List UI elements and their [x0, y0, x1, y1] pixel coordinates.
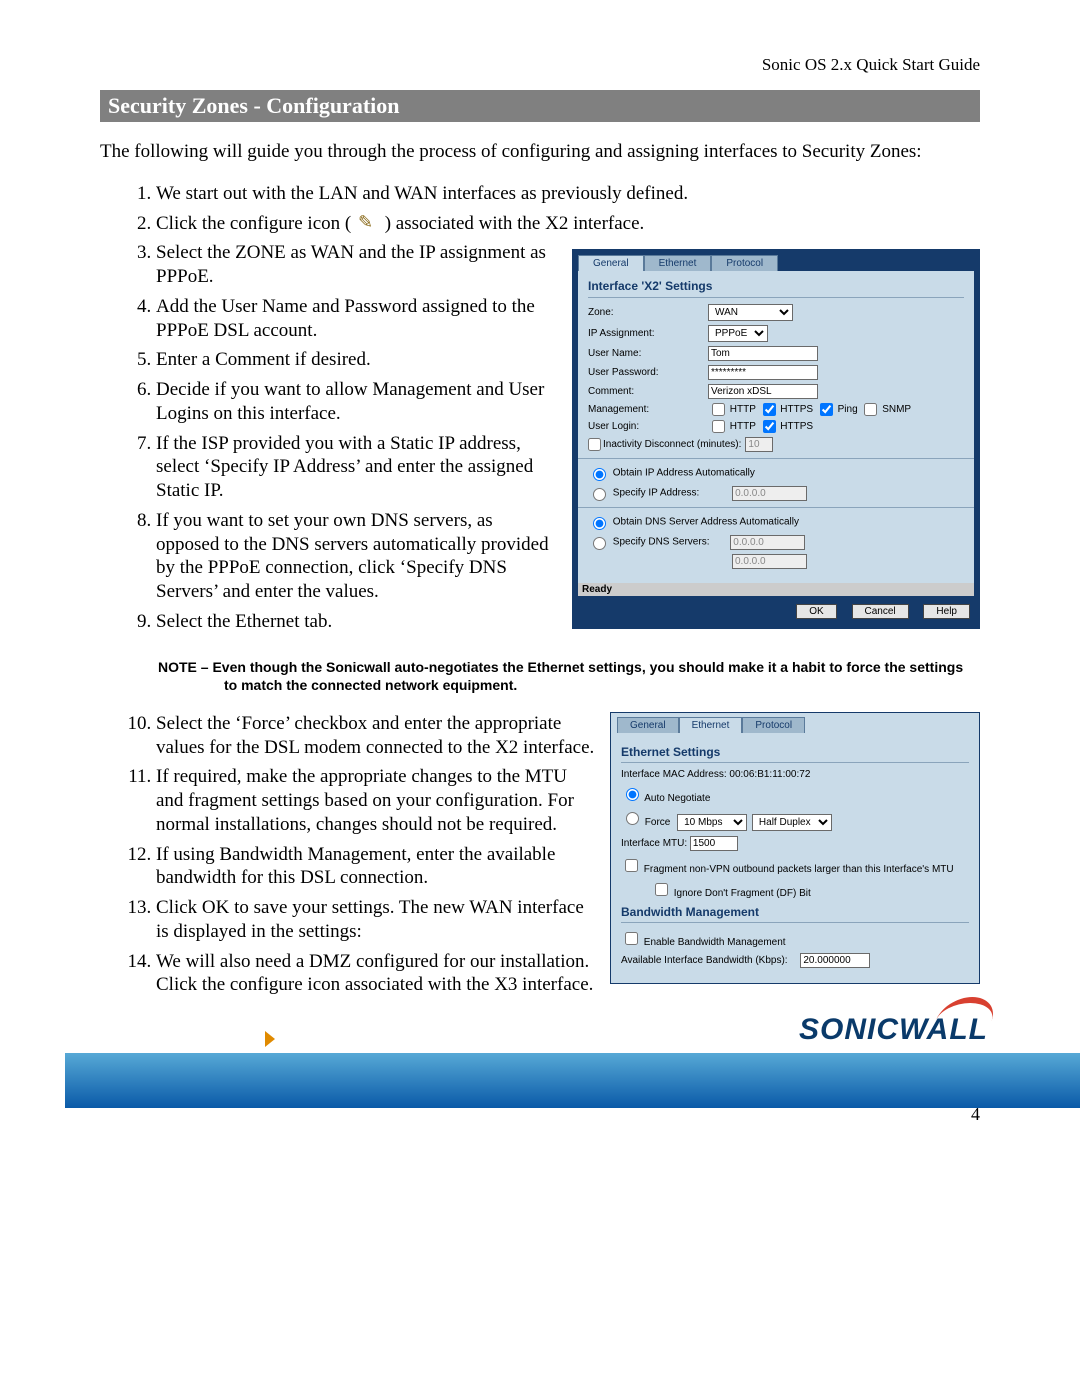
ignore-df-checkbox[interactable]: [655, 883, 668, 896]
mgmt-ping-checkbox[interactable]: [820, 403, 833, 416]
ip-assignment-select[interactable]: PPPoE: [708, 325, 768, 342]
mac-address-line: Interface MAC Address: 00:06:B1:11:00:72: [621, 769, 969, 780]
status-bar: Ready: [578, 583, 974, 596]
sonicwall-logo: SONICWALL: [795, 1013, 992, 1047]
duplex-select[interactable]: Half Duplex: [752, 814, 832, 831]
label-ip-assignment: IP Assignment:: [588, 328, 708, 339]
label-avail-bw: Available Interface Bandwidth (Kbps):: [621, 955, 788, 966]
tab-general[interactable]: General: [578, 255, 644, 271]
label-auto-negotiate: Auto Negotiate: [644, 793, 710, 804]
inactivity-minutes-input[interactable]: [745, 437, 773, 452]
dns2-input[interactable]: [732, 554, 807, 569]
figure-interface-x2-settings: General Ethernet Protocol Interface 'X2'…: [572, 249, 980, 629]
note-prefix: NOTE –: [158, 659, 212, 675]
label-fragment: Fragment non-VPN outbound packets larger…: [644, 864, 954, 875]
tab-protocol[interactable]: Protocol: [711, 255, 778, 271]
tab-ethernet-2[interactable]: Ethernet: [679, 717, 743, 733]
label-user-password: User Password:: [588, 367, 708, 378]
login-https-checkbox[interactable]: [763, 420, 776, 433]
zone-select[interactable]: WAN: [708, 304, 793, 321]
comment-input[interactable]: [708, 384, 818, 399]
tab-protocol-2[interactable]: Protocol: [742, 717, 805, 733]
obtain-dns-radio[interactable]: [593, 517, 606, 530]
note-text: Even though the Sonicwall auto-negotiate…: [212, 659, 963, 693]
ok-button[interactable]: OK: [796, 604, 836, 619]
management-options: HTTP HTTPS Ping SNMP: [708, 403, 911, 416]
configure-icon: [358, 215, 378, 233]
tab-general-2[interactable]: General: [617, 717, 679, 733]
mgmt-snmp-checkbox[interactable]: [864, 403, 877, 416]
mgmt-https-checkbox[interactable]: [763, 403, 776, 416]
label-obtain-ip: Obtain IP Address Automatically: [613, 468, 755, 479]
label-specify-ip: Specify IP Address:: [613, 488, 700, 499]
step-2: Click the configure icon ( [icon] ) asso…: [156, 212, 980, 236]
label-comment: Comment:: [588, 386, 708, 397]
cancel-button[interactable]: Cancel: [852, 604, 909, 619]
tab-ethernet[interactable]: Ethernet: [644, 255, 712, 271]
label-inactivity: Inactivity Disconnect (minutes):: [603, 439, 741, 450]
steps-list: We start out with the LAN and WAN interf…: [128, 182, 980, 236]
intro-paragraph: The following will guide you through the…: [100, 140, 980, 164]
specify-ip-radio[interactable]: [593, 488, 606, 501]
help-button[interactable]: Help: [923, 604, 970, 619]
auto-negotiate-radio[interactable]: [626, 788, 639, 801]
obtain-ip-radio[interactable]: [593, 468, 606, 481]
specify-ip-input[interactable]: [732, 486, 807, 501]
mgmt-http-checkbox[interactable]: [712, 403, 725, 416]
document-header: Sonic OS 2.x Quick Start Guide: [100, 55, 980, 75]
label-force: Force: [645, 817, 671, 828]
ethernet-tabs: General Ethernet Protocol: [611, 713, 979, 733]
footer-blue-bar: [65, 1053, 1080, 1108]
user-name-input[interactable]: [708, 346, 818, 361]
label-user-name: User Name:: [588, 348, 708, 359]
login-http-checkbox[interactable]: [712, 420, 725, 433]
label-management: Management:: [588, 404, 708, 415]
label-ignore-df: Ignore Don't Fragment (DF) Bit: [674, 888, 811, 899]
label-user-login: User Login:: [588, 421, 708, 432]
user-password-input[interactable]: [708, 365, 818, 380]
figure-ethernet-settings: General Ethernet Protocol Ethernet Setti…: [610, 712, 980, 984]
dialog-tabs: General Ethernet Protocol: [572, 249, 980, 271]
page-footer: SONICWALL 4: [0, 1013, 1080, 1133]
dns1-input[interactable]: [730, 535, 805, 550]
label-specify-dns: Specify DNS Servers:: [613, 537, 710, 548]
specify-dns-radio[interactable]: [593, 537, 606, 550]
enable-bw-checkbox[interactable]: [625, 932, 638, 945]
panel-title-bandwidth: Bandwidth Management: [621, 905, 969, 923]
label-mtu: Interface MTU:: [621, 838, 687, 849]
label-obtain-dns: Obtain DNS Server Address Automatically: [613, 517, 799, 528]
speed-select[interactable]: 10 Mbps: [677, 814, 747, 831]
note-block: NOTE – Even though the Sonicwall auto-ne…: [134, 658, 980, 694]
arrow-icon: [265, 1031, 275, 1047]
panel-title-ethernet: Ethernet Settings: [621, 745, 969, 763]
fragment-checkbox[interactable]: [625, 859, 638, 872]
user-login-options: HTTP HTTPS: [708, 420, 813, 433]
label-zone: Zone:: [588, 307, 708, 318]
label-enable-bw: Enable Bandwidth Management: [644, 937, 786, 948]
inactivity-checkbox[interactable]: [588, 438, 601, 451]
force-radio[interactable]: [626, 812, 639, 825]
page-number: 4: [971, 1104, 980, 1125]
step-1: We start out with the LAN and WAN interf…: [156, 182, 980, 206]
panel-title-interface-x2: Interface 'X2' Settings: [588, 277, 964, 298]
bandwidth-input[interactable]: [800, 953, 870, 968]
mtu-input[interactable]: [690, 836, 738, 851]
section-title: Security Zones - Configuration: [100, 90, 980, 122]
